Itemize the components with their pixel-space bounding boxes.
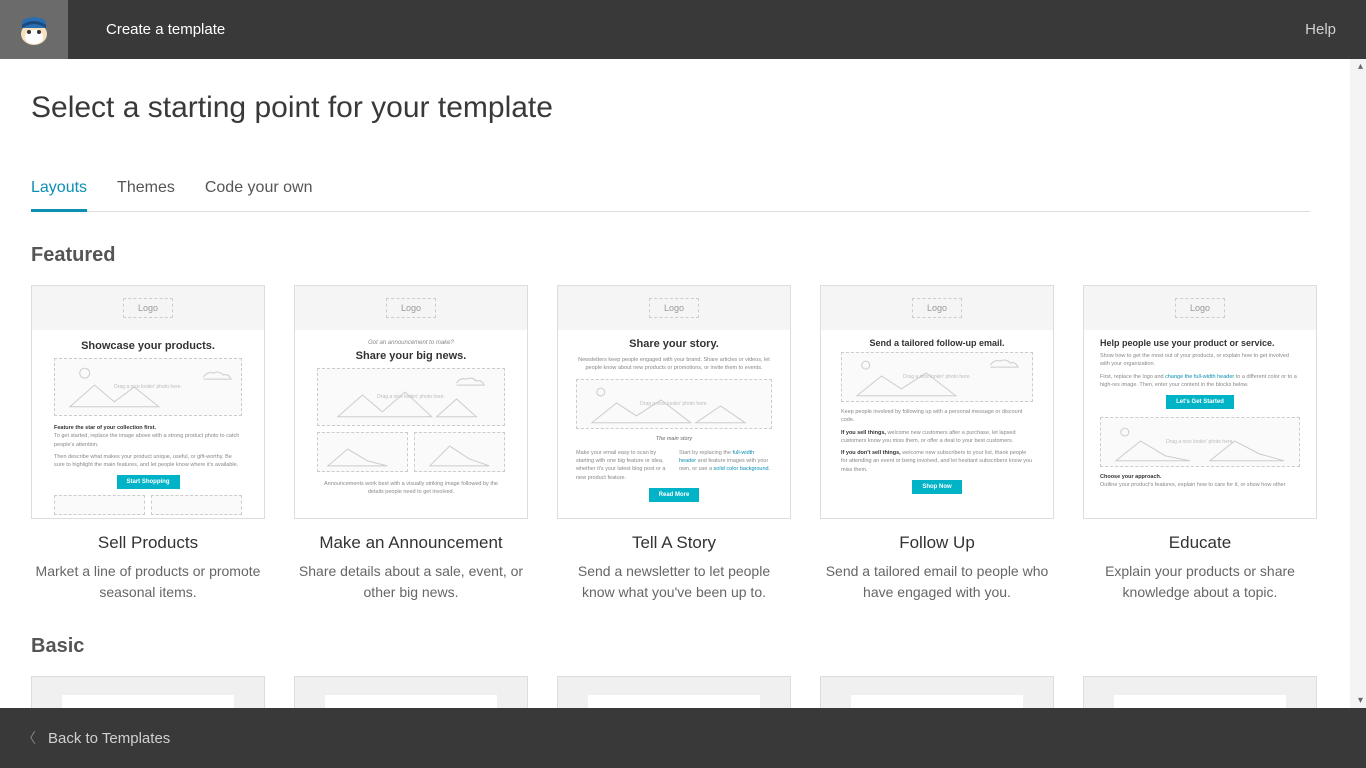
template-card-make-announcement[interactable]: Logo Got an announcement to make? Share … (294, 285, 528, 603)
thumb-logo-placeholder: Logo (649, 298, 699, 318)
brand-logo[interactable] (0, 0, 68, 59)
template-title: Educate (1083, 533, 1317, 553)
template-card-sell-products[interactable]: Logo Showcase your products. Drag a nice… (31, 285, 265, 603)
scroll-down-icon[interactable]: ▾ (1358, 695, 1363, 706)
tab-themes[interactable]: Themes (117, 179, 175, 211)
thumb-logo-placeholder: Logo (1175, 298, 1225, 318)
template-thumb: Logo Share your story. Newsletters keep … (557, 285, 791, 519)
back-to-templates-link[interactable]: 〈 Back to Templates (22, 728, 170, 748)
template-card-follow-up[interactable]: Logo Send a tailored follow-up email. Dr… (820, 285, 1054, 603)
top-bar: Create a template Help (0, 0, 1366, 59)
tab-layouts[interactable]: Layouts (31, 179, 87, 212)
template-desc: Share details about a sale, event, or ot… (294, 561, 528, 603)
main-scroll[interactable]: Select a starting point for your templat… (0, 59, 1350, 708)
section-featured-title: Featured (31, 244, 1350, 267)
section-basic-title: Basic (31, 635, 1350, 658)
template-title: Make an Announcement (294, 533, 528, 553)
template-thumb: Logo Got an announcement to make? Share … (294, 285, 528, 519)
template-title: Follow Up (820, 533, 1054, 553)
template-thumb: Logo Help people use your product or ser… (1083, 285, 1317, 519)
chevron-left-icon: 〈 (22, 728, 36, 748)
template-card-basic[interactable] (1083, 676, 1317, 708)
template-desc: Send a newsletter to let people know wha… (557, 561, 791, 603)
template-card-basic[interactable] (557, 676, 791, 708)
tab-code-your-own[interactable]: Code your own (205, 179, 313, 211)
thumb-logo-placeholder: Logo (123, 298, 173, 318)
template-card-basic[interactable] (820, 676, 1054, 708)
bottom-bar: 〈 Back to Templates (0, 708, 1366, 768)
page-title: Select a starting point for your templat… (31, 91, 1350, 125)
template-thumb: Logo Send a tailored follow-up email. Dr… (820, 285, 1054, 519)
page-header-title: Create a template (106, 21, 225, 38)
template-card-educate[interactable]: Logo Help people use your product or ser… (1083, 285, 1317, 603)
template-desc: Market a line of products or promote sea… (31, 561, 265, 603)
scroll-up-icon[interactable]: ▴ (1358, 61, 1363, 72)
template-title: Sell Products (31, 533, 265, 553)
template-thumb: Logo Showcase your products. Drag a nice… (31, 285, 265, 519)
help-link[interactable]: Help (1305, 21, 1336, 38)
thumb-logo-placeholder: Logo (386, 298, 436, 318)
featured-row: Logo Showcase your products. Drag a nice… (31, 285, 1350, 603)
template-title: Tell A Story (557, 533, 791, 553)
basic-row (31, 676, 1350, 708)
template-desc: Explain your products or share knowledge… (1083, 561, 1317, 603)
template-card-tell-a-story[interactable]: Logo Share your story. Newsletters keep … (557, 285, 791, 603)
template-card-basic[interactable] (294, 676, 528, 708)
template-card-basic[interactable] (31, 676, 265, 708)
template-desc: Send a tailored email to people who have… (820, 561, 1054, 603)
scrollbar[interactable]: ▴ ▾ (1350, 59, 1366, 708)
thumb-logo-placeholder: Logo (912, 298, 962, 318)
tabs: Layouts Themes Code your own (31, 179, 1310, 212)
